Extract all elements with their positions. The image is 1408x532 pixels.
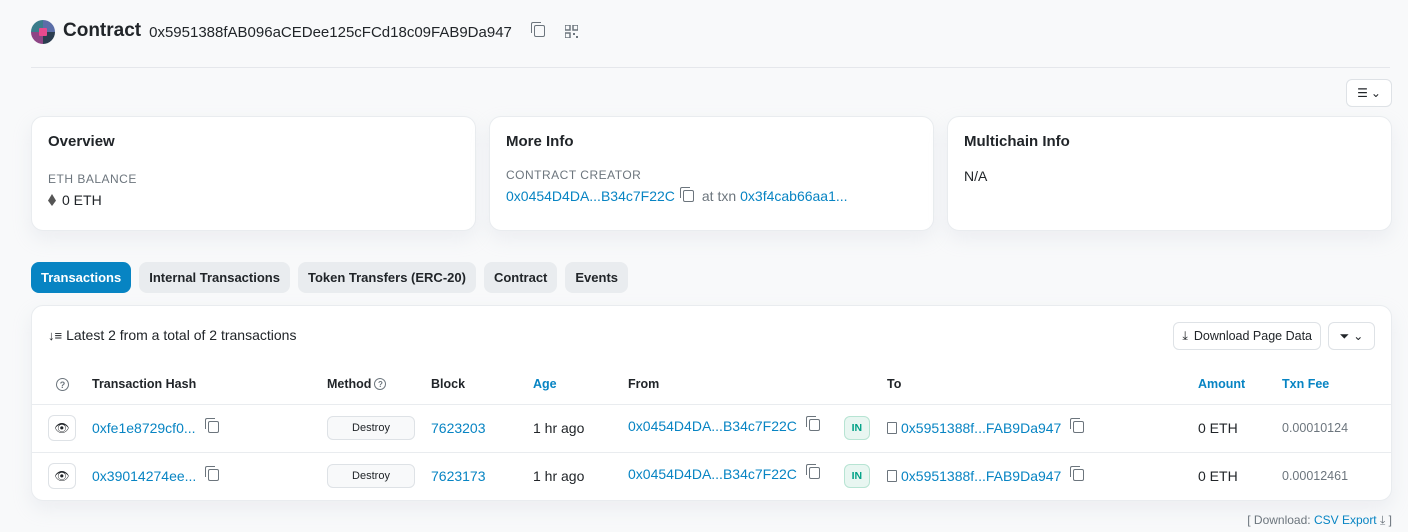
eth-balance-value: 0 ETH xyxy=(62,192,102,208)
download-page-data-button[interactable]: ⤓ Download Page Data xyxy=(1173,322,1321,350)
col-age[interactable]: Age xyxy=(533,364,628,405)
to-address-link[interactable]: 0x5951388f...FAB9Da947 xyxy=(901,468,1061,484)
transactions-summary: Latest 2 from a total of 2 transactions xyxy=(66,327,297,343)
tab-contract[interactable]: Contract xyxy=(483,262,558,293)
direction-badge: IN xyxy=(843,464,870,489)
col-txn-fee[interactable]: Txn Fee xyxy=(1282,364,1391,405)
direction-badge: IN xyxy=(843,416,870,440)
contract-address: 0x5951388fAB096aCEDee125cFCd18c09FAB9Da9… xyxy=(149,24,512,41)
tabs-bar: Transactions Internal Transactions Token… xyxy=(31,262,629,293)
contract-doc-icon xyxy=(887,422,897,434)
col-block: Block xyxy=(431,364,533,405)
multichain-value: N/A xyxy=(964,168,988,184)
copy-icon[interactable] xyxy=(805,464,820,480)
tab-transactions[interactable]: Transactions xyxy=(31,262,132,293)
eye-icon: 👁 xyxy=(54,469,70,484)
help-icon[interactable]: ? xyxy=(56,378,69,391)
download-icon: ⤓ xyxy=(1182,328,1188,343)
download-prefix: [ Download: xyxy=(1247,513,1311,527)
transactions-table-card: ↓≡ Latest 2 from a total of 2 transactio… xyxy=(31,305,1392,501)
more-info-card: More Info CONTRACT CREATOR 0x0454D4DA...… xyxy=(489,116,934,231)
from-address-link[interactable]: 0x0454D4DA...B34c7F22C xyxy=(628,466,797,482)
download-suffix: ] xyxy=(1388,513,1392,527)
col-method: Method? xyxy=(327,364,431,405)
col-transaction-hash: Transaction Hash xyxy=(92,364,327,405)
eth-balance-label: ETH BALANCE xyxy=(48,172,137,186)
txn-hash-link[interactable]: 0x39014274ee... xyxy=(92,468,196,484)
view-details-button[interactable]: 👁 xyxy=(48,463,76,490)
sort-desc-icon: ↓≡ xyxy=(48,327,63,343)
copy-icon[interactable] xyxy=(679,187,694,202)
age-value: 1 hr ago xyxy=(533,468,585,485)
creator-txn-link[interactable]: 0x3f4cab66aa1... xyxy=(740,188,847,204)
copy-address-button[interactable] xyxy=(530,22,549,40)
overview-title: Overview xyxy=(48,133,115,150)
col-from: From xyxy=(628,364,887,405)
copy-icon[interactable] xyxy=(1070,466,1085,482)
at-txn-text: at txn xyxy=(701,188,737,204)
download-label: Download Page Data xyxy=(1193,329,1312,343)
method-badge: Destroy xyxy=(327,464,415,489)
csv-export-footer: [ Download: CSV Export ⤓ ] xyxy=(1247,513,1392,528)
chevron-down-icon: ⌄ xyxy=(1370,86,1381,100)
qr-code-button[interactable] xyxy=(564,24,579,41)
copy-icon[interactable] xyxy=(805,416,820,431)
eye-icon: 👁 xyxy=(54,421,70,435)
filter-icon: ⏷ xyxy=(1339,328,1350,343)
to-address-link[interactable]: 0x5951388f...FAB9Da947 xyxy=(901,420,1061,436)
chevron-down-icon: ⌄ xyxy=(1353,329,1364,343)
block-link[interactable]: 7623203 xyxy=(431,420,486,436)
qr-code-icon xyxy=(564,24,579,39)
overview-card: Overview ETH BALANCE 0 ETH xyxy=(31,116,476,231)
txn-fee-value: 0.00010124 xyxy=(1282,404,1391,453)
creator-address-link[interactable]: 0x0454D4DA...B34c7F22C xyxy=(506,188,675,204)
amount-value: 0 ETH xyxy=(1198,468,1238,485)
copy-icon[interactable] xyxy=(204,418,219,433)
page-header: Contract 0x5951388fAB096aCEDee125cFCd18c… xyxy=(31,18,1390,68)
col-amount[interactable]: Amount xyxy=(1198,364,1282,405)
transactions-table: ? Transaction Hash Method? Block Age Fro… xyxy=(32,364,1391,500)
more-info-title: More Info xyxy=(506,133,574,150)
col-method-label: Method xyxy=(327,376,372,391)
table-row: 👁 0xfe1e8729cf0... Destroy 7623203 1 hr … xyxy=(32,404,1391,453)
copy-icon xyxy=(530,22,545,37)
tab-token-transfers[interactable]: Token Transfers (ERC-20) xyxy=(297,262,476,293)
age-value: 1 hr ago xyxy=(533,404,628,453)
tab-events[interactable]: Events xyxy=(565,262,629,293)
col-to: To xyxy=(887,364,1198,405)
layout-toggle-button[interactable]: ☰ ⌄ xyxy=(1346,79,1392,107)
tab-internal-transactions[interactable]: Internal Transactions xyxy=(139,262,290,293)
page-title: Contract xyxy=(63,20,142,41)
contract-doc-icon xyxy=(887,470,897,483)
filter-button[interactable]: ⏷ ⌄ xyxy=(1328,322,1375,350)
multichain-card: Multichain Info N/A xyxy=(947,116,1392,231)
list-icon: ☰ xyxy=(1357,86,1368,100)
amount-value: 0 ETH xyxy=(1198,404,1282,453)
csv-export-link[interactable]: CSV Export xyxy=(1314,513,1377,527)
copy-icon[interactable] xyxy=(1070,418,1085,433)
help-icon[interactable]: ? xyxy=(374,378,387,391)
txn-fee-value: 0.00012461 xyxy=(1282,469,1349,484)
from-address-link[interactable]: 0x0454D4DA...B34c7F22C xyxy=(628,418,797,434)
method-badge: Destroy xyxy=(327,416,415,440)
block-link[interactable]: 7623173 xyxy=(431,468,486,484)
copy-icon[interactable] xyxy=(205,466,220,482)
multichain-title: Multichain Info xyxy=(964,133,1070,150)
view-details-button[interactable]: 👁 xyxy=(48,415,76,441)
table-row: 👁 0x39014274ee... Destroy 7623173 1 hr a… xyxy=(32,452,1391,500)
txn-hash-link[interactable]: 0xfe1e8729cf0... xyxy=(92,420,196,436)
contract-avatar-icon xyxy=(31,20,55,44)
download-icon: ⤓ xyxy=(1380,513,1386,527)
eth-icon xyxy=(48,194,56,206)
contract-creator-label: CONTRACT CREATOR xyxy=(506,168,642,182)
